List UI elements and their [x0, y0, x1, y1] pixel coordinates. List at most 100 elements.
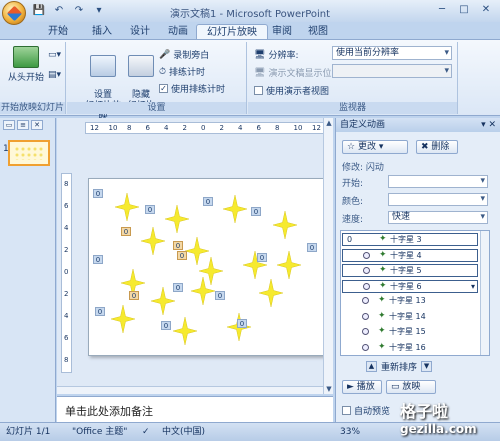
slide-edit-area: 12 10 8 6 4 2 0 2 4 6 8 10 12 864202468 000000000000…	[57, 118, 333, 394]
rehearse-timings-button[interactable]: ⏱ 排练计时	[159, 65, 205, 79]
four-point-star-shape[interactable]	[172, 316, 198, 348]
four-point-star-shape[interactable]	[222, 194, 248, 226]
slide-canvas[interactable]: 0000000000000000	[88, 178, 324, 356]
group-monitors: 🖥分辨率: 使用当前分辨率 🖥演示文稿显示位置: 使用演示者视图 监视器	[248, 42, 458, 114]
play-button[interactable]: ► 播放	[342, 380, 382, 394]
animation-list-item[interactable]: ✦ 十字星 4	[342, 248, 478, 262]
theme-name: "Office 主题"	[72, 427, 128, 437]
four-point-star-shape[interactable]	[110, 304, 136, 336]
slides-tab-icon[interactable]: ▭	[3, 120, 15, 130]
tab-slideshow[interactable]: 幻灯片放映	[196, 24, 268, 40]
maximize-icon[interactable]: □	[454, 2, 474, 18]
animation-list-item[interactable]: ✦ 十字星 15	[342, 326, 478, 339]
clock-icon: ⏱	[159, 66, 167, 77]
move-down-icon[interactable]: ▼	[421, 361, 433, 372]
office-button[interactable]	[2, 1, 26, 25]
four-point-star-shape[interactable]	[272, 210, 298, 242]
ribbon: 从头开始 ▭▾ ▤▾ 开始放映幻灯片 设置 幻灯片放映 隐藏 幻灯片 🎤录制旁白…	[0, 39, 500, 122]
item-dropdown-icon[interactable]: ▾	[471, 281, 475, 292]
clock-icon	[363, 267, 370, 274]
autopreview-row[interactable]: 自动预览	[342, 404, 390, 417]
scroll-down-icon[interactable]: ▼	[324, 384, 334, 394]
ruler-tick-label: 0	[64, 268, 69, 276]
use-rehearsed-timings[interactable]: ✓ 使用排练计时	[159, 82, 225, 95]
minimize-icon[interactable]: ─	[432, 2, 452, 18]
resolution-dropdown[interactable]: 使用当前分辨率	[332, 46, 452, 60]
ruler-tick-label: 4	[238, 124, 243, 132]
color-label: 颜色:	[342, 197, 364, 207]
from-current-icon[interactable]: ▭▾	[48, 50, 61, 60]
outline-tab-icon[interactable]: ≡	[17, 120, 29, 130]
animation-list-item[interactable]: ✦ 十字星 6 ▾	[342, 279, 478, 293]
animation-list-item[interactable]: ✦ 十字星 14	[342, 311, 478, 324]
tab-home[interactable]: 开始	[38, 24, 78, 40]
ruler-tick-label: 8	[64, 180, 69, 188]
notes-pane[interactable]: 单击此处添加备注	[57, 396, 333, 422]
animation-list: 0 ✦ 十字星 3 ✦ 十字星 4 ✦ 十字星 5 ✦ 十字星 6 ▾ ✦ 十字星 13 ✦ 十字星 14…	[340, 230, 490, 356]
delete-icon: ✖	[421, 142, 429, 152]
zoom-level[interactable]: 33%	[340, 423, 360, 441]
remove-effect-button[interactable]: ✖ 删除	[416, 140, 458, 154]
star-effect-icon: ☆	[347, 142, 356, 152]
tab-design[interactable]: 设计	[120, 24, 160, 40]
four-point-star-shape[interactable]	[140, 226, 166, 258]
show-on-dropdown[interactable]	[332, 64, 452, 78]
animation-order-tag: 0	[215, 291, 225, 300]
animation-item-label: 十字星 16	[389, 342, 426, 352]
four-point-star-shape[interactable]	[150, 286, 176, 318]
animation-order-tag: 0	[307, 243, 317, 252]
hide-slide-icon	[128, 55, 154, 77]
animation-order-tag: 0	[93, 255, 103, 264]
custom-show-icon[interactable]: ▤▾	[48, 70, 61, 80]
slide-thumbnail[interactable]	[8, 140, 50, 166]
spellcheck-icon[interactable]: ✓	[142, 423, 150, 441]
ruler-tick-label: 6	[64, 202, 69, 210]
animation-list-item[interactable]: 0 ✦ 十字星 3	[342, 233, 478, 246]
tab-view[interactable]: 视图	[298, 24, 338, 40]
record-narration-button[interactable]: 🎤 录制旁白	[159, 48, 209, 62]
four-point-star-shape[interactable]	[198, 256, 224, 288]
title-bar: 💾 ↶ ↷ ▾ 演示文稿1 - Microsoft PowerPoint ─ □…	[0, 0, 500, 25]
vertical-scrollbar[interactable]: ▲ ▼	[323, 118, 333, 394]
presenter-view-checkbox[interactable]	[254, 86, 263, 95]
tab-insert[interactable]: 插入	[82, 24, 122, 40]
four-point-star-shape[interactable]	[276, 250, 302, 282]
animation-item-label: 十字星 14	[389, 311, 426, 321]
ruler-tick-label: 0	[201, 124, 206, 132]
reorder-row: ▲ 重新排序 ▼	[366, 360, 433, 373]
animation-list-item[interactable]: ✦ 十字星 16	[342, 342, 478, 355]
four-point-star-shape[interactable]	[258, 278, 284, 310]
slideshow-button[interactable]: ▭ 放映	[386, 380, 436, 394]
change-effect-button[interactable]: ☆ 更改 ▾	[342, 140, 408, 154]
start-dropdown[interactable]	[388, 175, 488, 188]
animation-order-tag: 0	[129, 291, 139, 300]
tab-review[interactable]: 审阅	[262, 24, 302, 40]
animation-list-item[interactable]: ✦ 十字星 5	[342, 264, 478, 277]
emphasis-effect-icon: ✦	[379, 265, 387, 275]
emphasis-effect-icon: ✦	[379, 249, 387, 260]
ruler-tick-label: 4	[164, 124, 169, 132]
four-point-star-shape[interactable]	[114, 192, 140, 224]
emphasis-effect-icon: ✦	[378, 295, 386, 305]
four-point-star-shape[interactable]	[164, 204, 190, 236]
panel-tabs: ▭ ≡ ✕	[0, 118, 55, 132]
speed-dropdown[interactable]: 快速	[388, 211, 488, 224]
scroll-up-icon[interactable]: ▲	[324, 118, 334, 128]
move-up-icon[interactable]: ▲	[366, 361, 377, 372]
ruler-tick-label: 8	[127, 124, 132, 132]
animation-list-item[interactable]: ✦ 十字星 13	[342, 295, 478, 308]
close-pane-icon[interactable]: ▾ ✕	[481, 118, 496, 132]
color-dropdown[interactable]	[388, 193, 488, 206]
from-beginning-button[interactable]: 从头开始	[6, 46, 46, 83]
close-panel-icon[interactable]: ✕	[31, 120, 43, 130]
animation-list-scrollbar[interactable]	[480, 231, 489, 355]
emphasis-effect-icon: ✦	[378, 326, 386, 336]
custom-animation-pane: 自定义动画 ▾ ✕ ☆ 更改 ▾ ✖ 删除 修改: 闪动 开始: 颜色: 速度:…	[335, 118, 500, 422]
presenter-view-row[interactable]: 使用演示者视图	[254, 84, 329, 97]
close-icon[interactable]: ✕	[476, 2, 496, 18]
horizontal-scrollbar[interactable]	[57, 386, 323, 394]
use-rehearsed-checkbox[interactable]: ✓	[159, 84, 168, 93]
tab-animations[interactable]: 动画	[158, 24, 198, 40]
autopreview-checkbox[interactable]	[342, 406, 351, 415]
clock-icon	[362, 328, 369, 335]
